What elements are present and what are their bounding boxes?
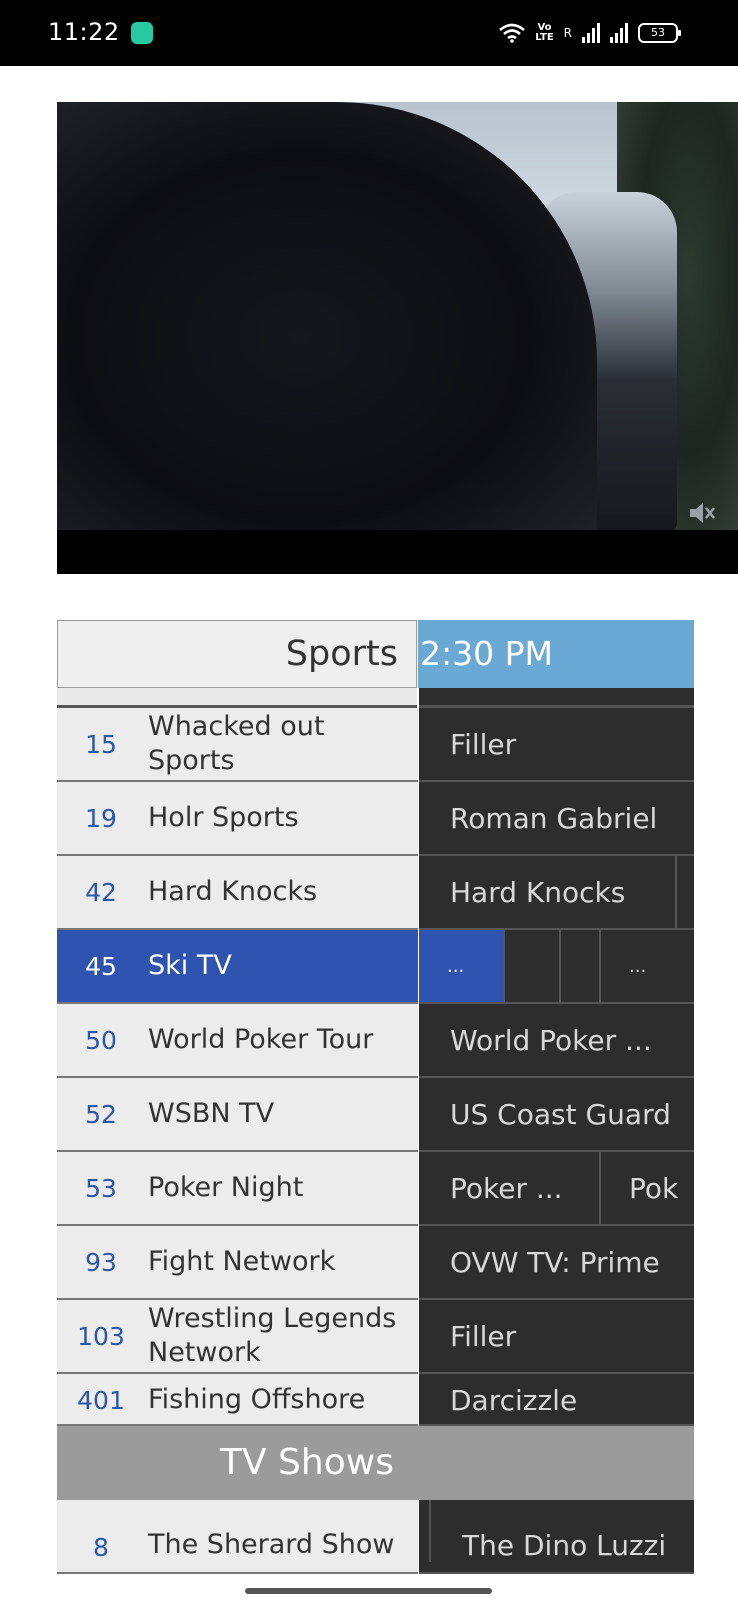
notification-app-icon: [131, 22, 153, 44]
channel-number: 103: [77, 1321, 125, 1351]
channel-number: 8: [93, 1533, 109, 1562]
program-cell[interactable]: Darcizzle: [419, 1374, 694, 1424]
channel-row[interactable]: 50 World Poker Tour World Poker ...: [57, 1004, 694, 1078]
channel-number: 401: [77, 1385, 125, 1415]
channel-number: 53: [85, 1173, 117, 1203]
channel-row[interactable]: 103 Wrestling Legends Network Filler: [57, 1300, 694, 1374]
channel-number: 19: [85, 803, 117, 833]
program-cell[interactable]: Poker ...: [419, 1152, 601, 1224]
channel-name: WSBN TV: [148, 1098, 275, 1129]
mute-icon[interactable]: [686, 498, 716, 528]
channel-name: Hard Knocks: [148, 876, 318, 907]
channel-name: Whacked out Sports: [148, 711, 325, 776]
section-title: TV Shows: [220, 1442, 394, 1483]
signal-icon: [582, 23, 600, 43]
channel-name: Fight Network: [148, 1246, 336, 1277]
channel-number: 50: [85, 1025, 117, 1055]
time-slot-header[interactable]: 2:30 PM: [418, 620, 694, 688]
program-cell[interactable]: Filler: [419, 708, 694, 780]
volte-indicator: Vo LTE: [535, 22, 554, 43]
channel-row[interactable]: 42 Hard Knocks Hard Knocks: [57, 856, 694, 930]
channel-number: 52: [85, 1099, 117, 1129]
category-header: Sports: [57, 620, 417, 688]
clock: 11:22: [48, 18, 120, 46]
channel-name: World Poker Tour: [148, 1024, 374, 1055]
wifi-icon: [499, 23, 526, 43]
channel-row-selected[interactable]: 45 Ski TV ... ...: [57, 930, 694, 1004]
channel-name: The Sherard Show: [148, 1529, 395, 1560]
program-cell[interactable]: Filler: [419, 1300, 694, 1372]
program-cell[interactable]: World Poker ...: [419, 1004, 694, 1076]
channel-row[interactable]: 52 WSBN TV US Coast Guard: [57, 1078, 694, 1152]
channel-row[interactable]: 15 Whacked out Sports Filler: [57, 708, 694, 782]
signal-icon-2: [610, 23, 628, 43]
channel-number: 45: [85, 951, 117, 981]
program-cell[interactable]: ...: [601, 930, 694, 1002]
channel-row[interactable]: 53 Poker Night Poker ... Pok: [57, 1152, 694, 1226]
channel-name: Ski TV: [148, 950, 232, 981]
channel-name: Poker Night: [148, 1172, 304, 1203]
program-cell-selected[interactable]: ...: [419, 930, 505, 1002]
program-cell[interactable]: Pok: [601, 1152, 694, 1224]
status-icons: Vo LTE R 53: [499, 20, 681, 46]
channel-number: 42: [85, 877, 117, 907]
channel-guide: Sports 2:30 PM 15 Whacked out Sports Fil…: [57, 620, 694, 1578]
section-header: TV Shows: [57, 1426, 694, 1500]
program-cell[interactable]: [561, 930, 601, 1002]
program-cell[interactable]: US Coast Guard: [419, 1078, 694, 1150]
roaming-indicator: R: [563, 26, 572, 40]
program-cell[interactable]: Roman Gabriel: [419, 782, 694, 854]
program-cell[interactable]: OVW TV: Prime: [419, 1226, 694, 1298]
channel-row[interactable]: 401 Fishing Offshore Darcizzle: [57, 1374, 694, 1426]
channel-name: Fishing Offshore: [148, 1384, 366, 1415]
channel-name: Wrestling Legends Network: [148, 1303, 397, 1368]
battery-icon: 53: [638, 23, 681, 43]
program-cell[interactable]: [505, 930, 561, 1002]
channel-row[interactable]: 8 The Sherard Show The Dino Luzzi: [57, 1500, 694, 1574]
program-cell[interactable]: The Dino Luzzi: [429, 1500, 694, 1562]
channel-name: Holr Sports: [148, 802, 299, 833]
channel-number: 93: [85, 1247, 117, 1277]
home-indicator[interactable]: [245, 1588, 492, 1594]
channel-row[interactable]: 93 Fight Network OVW TV: Prime: [57, 1226, 694, 1300]
video-player[interactable]: [57, 102, 738, 574]
program-cell[interactable]: Hard Knocks: [419, 856, 677, 928]
status-bar: 11:22 Vo LTE R 53: [0, 0, 738, 66]
channel-row[interactable]: 19 Holr Sports Roman Gabriel: [57, 782, 694, 856]
channel-number: 15: [85, 729, 117, 759]
